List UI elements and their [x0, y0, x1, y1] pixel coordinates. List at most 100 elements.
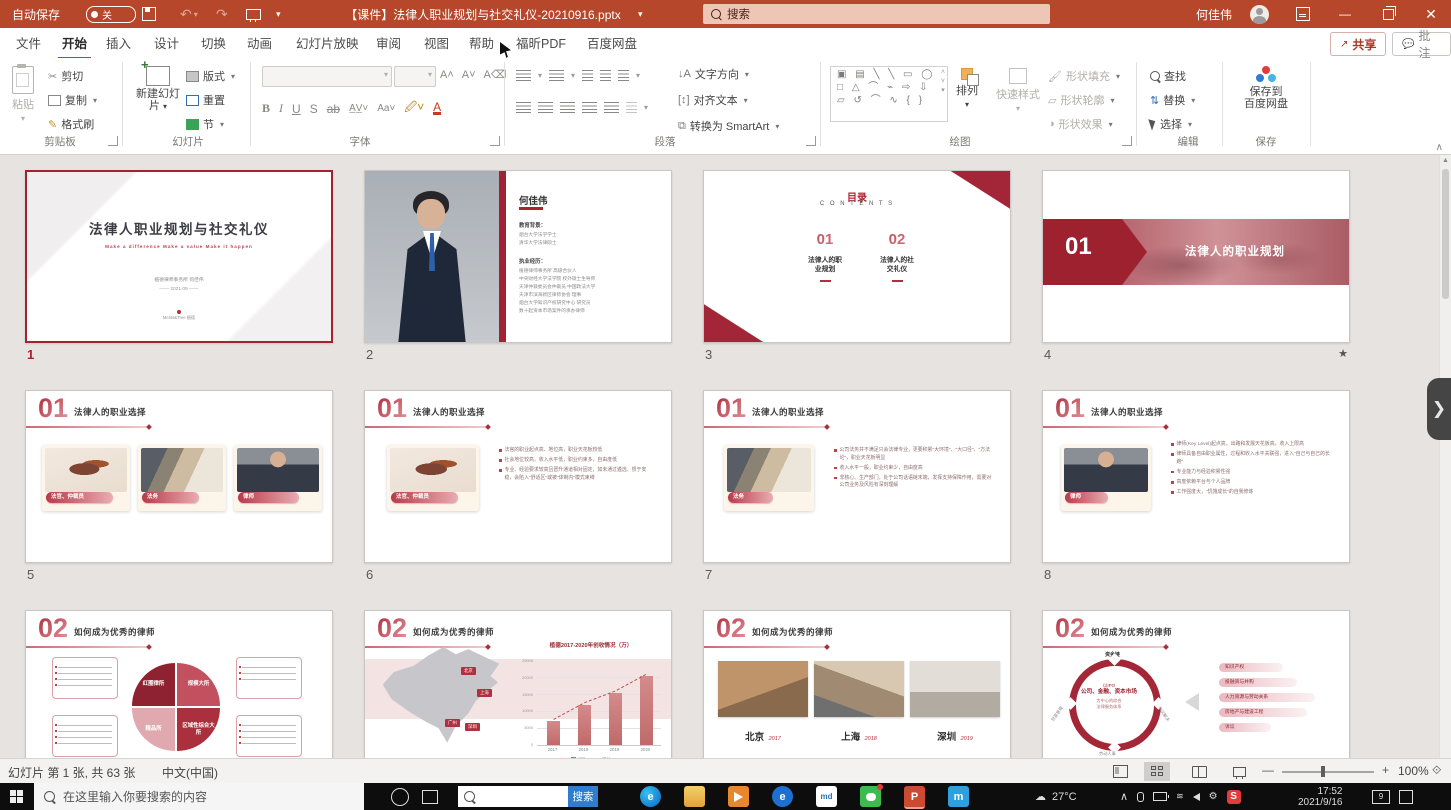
- taskbar-search-box[interactable]: 在这里输入你要搜索的内容: [34, 783, 364, 810]
- font-color-button[interactable]: A: [433, 102, 441, 115]
- cut-button[interactable]: ✂剪切: [48, 68, 83, 84]
- reset-button[interactable]: 重置: [186, 92, 225, 108]
- section-button[interactable]: 节: [186, 116, 224, 132]
- action-center-icon[interactable]: [1399, 790, 1413, 804]
- paragraph-dialog-launcher[interactable]: [806, 136, 816, 146]
- tab-home[interactable]: 开始: [58, 28, 91, 60]
- wechat-icon[interactable]: [860, 786, 881, 807]
- powerpoint-app-icon[interactable]: P: [904, 786, 925, 809]
- align-text-button[interactable]: [↕]对齐文本: [678, 92, 748, 108]
- grow-font-icon[interactable]: A˄: [440, 69, 454, 81]
- distribute-button[interactable]: [604, 102, 619, 113]
- tab-design[interactable]: 设计: [150, 28, 183, 57]
- shapes-scroll-arrows[interactable]: ˄˅▾: [941, 68, 945, 95]
- shrink-font-icon[interactable]: A˅: [462, 69, 476, 81]
- slide-thumbnail-7[interactable]: 01 法律人的职业选择 法务 公司法务并不满足只会法律专业，更要积累"大环境"、…: [703, 390, 1011, 563]
- tab-review[interactable]: 审阅: [372, 28, 405, 57]
- align-right-button[interactable]: [560, 102, 575, 113]
- slide-sorter-view-button[interactable]: [1144, 762, 1170, 781]
- justify-button[interactable]: [582, 102, 597, 113]
- columns-button[interactable]: [626, 102, 637, 113]
- align-center-button[interactable]: [538, 102, 553, 113]
- slide-thumbnail-11[interactable]: 02 如何成为优秀的律师 北京 2017 上海 2018 深圳: [703, 610, 1011, 758]
- numbering-button[interactable]: [549, 70, 564, 81]
- user-avatar[interactable]: [1250, 0, 1269, 28]
- ie-browser-icon[interactable]: e: [772, 786, 793, 807]
- title-dropdown[interactable]: ▾: [638, 0, 643, 28]
- undo-button[interactable]: ↶▾: [180, 0, 198, 28]
- scroll-up-icon[interactable]: ▲: [1442, 157, 1449, 164]
- increase-indent-button[interactable]: [600, 70, 611, 81]
- shapes-row-2[interactable]: [837, 81, 941, 94]
- text-direction-button[interactable]: ↓A文字方向: [678, 66, 749, 82]
- file-explorer-icon[interactable]: [684, 786, 705, 807]
- slide-thumbnail-2[interactable]: 何佳伟 教育背景： 烟台大学法学学士清华大学法律硕士 执业经历： 植德律师事务所…: [364, 170, 672, 343]
- reading-view-button[interactable]: [1186, 762, 1212, 781]
- zoom-slider-thumb[interactable]: [1321, 766, 1325, 777]
- quick-styles-button[interactable]: 快速样式▾: [996, 68, 1040, 113]
- normal-view-button[interactable]: [1107, 762, 1133, 781]
- start-presentation-button[interactable]: [246, 0, 261, 28]
- font-size-select[interactable]: [394, 66, 436, 87]
- quick-access-dropdown[interactable]: ▾: [276, 0, 281, 28]
- scrollbar-thumb[interactable]: [1442, 169, 1449, 299]
- bold-button[interactable]: B: [262, 101, 270, 116]
- close-button[interactable]: ✕: [1416, 0, 1446, 28]
- slideshow-button[interactable]: [1226, 762, 1252, 781]
- settings-icon[interactable]: ⚙: [1209, 791, 1218, 802]
- save-button[interactable]: [142, 0, 156, 28]
- restore-button[interactable]: [1372, 0, 1402, 28]
- slide-thumbnail-8[interactable]: 01 法律人的职业选择 律师 律师(Key Level)起点高，出路和发展天花板…: [1042, 390, 1350, 563]
- autosave-toggle[interactable]: 关: [86, 0, 136, 28]
- tab-help[interactable]: 帮助: [465, 28, 498, 57]
- tab-insert[interactable]: 插入: [102, 28, 135, 57]
- new-slide-button[interactable]: 新建幻灯片 ▾: [134, 66, 182, 113]
- format-painter-button[interactable]: ✎格式刷: [48, 116, 94, 132]
- slide-thumbnail-4[interactable]: 01 法律人的职业规划: [1042, 170, 1350, 343]
- slide-thumbnail-5[interactable]: 01 法律人的职业选择 法官、仲裁员 法务 律师: [25, 390, 333, 563]
- volume-icon[interactable]: [1193, 793, 1200, 801]
- fit-to-window-icon[interactable]: ⟐: [1432, 763, 1441, 778]
- font-size-buttons[interactable]: A˄ A˅ A⌫: [440, 68, 506, 81]
- strikethrough-button[interactable]: ab: [327, 102, 340, 116]
- slide-thumbnail-12[interactable]: 02 如何成为优秀的律师 资金链 以IPO 公司、金融、资本市场 为中心的综合 …: [1042, 610, 1350, 758]
- comments-button[interactable]: 💬批注: [1392, 32, 1451, 56]
- paste-button[interactable]: 粘贴▾: [12, 66, 34, 123]
- bullets-button[interactable]: [516, 70, 531, 81]
- start-button[interactable]: [10, 790, 23, 803]
- decrease-indent-button[interactable]: [582, 70, 593, 81]
- clock[interactable]: 17:52 2021/9/16: [1298, 783, 1343, 810]
- font-dialog-launcher[interactable]: [490, 136, 500, 146]
- underline-button[interactable]: U: [292, 102, 301, 116]
- slide-thumbnail-9[interactable]: 02 如何成为优秀的律师 红圈律所 规模大所 精品所 区域性综合大所: [25, 610, 333, 758]
- microphone-icon[interactable]: [1137, 792, 1144, 802]
- smartart-button[interactable]: ⧉转换为 SmartArt: [678, 118, 779, 134]
- slide-thumbnail-3[interactable]: 目录 C O N T E N T S 01 法律人的职 业规划 02 法律人的社…: [703, 170, 1011, 343]
- shapes-gallery[interactable]: ˄˅▾: [830, 66, 948, 122]
- select-button[interactable]: 选择: [1150, 116, 1192, 132]
- vertical-scrollbar[interactable]: ▲: [1439, 155, 1451, 758]
- weather-widget[interactable]: ☁ 27°C: [1035, 783, 1077, 810]
- shadow-button[interactable]: S: [310, 102, 318, 116]
- language-indicator[interactable]: 中文(中国): [162, 764, 218, 781]
- minimize-button[interactable]: —: [1330, 0, 1360, 28]
- tab-foxit-pdf[interactable]: 福昕PDF: [512, 28, 570, 57]
- tab-baidu-netdisk[interactable]: 百度网盘: [583, 28, 641, 57]
- save-to-baidu-button[interactable]: 保存到百度网盘: [1236, 66, 1296, 110]
- slide-thumbnail-6[interactable]: 01 法律人的职业选择 法官、仲裁员 法官的职业起点高、地位高，职业天花板较低 …: [364, 390, 672, 563]
- clear-format-icon[interactable]: A⌫: [484, 68, 507, 81]
- mockingbot-app-icon[interactable]: md: [816, 786, 837, 807]
- ribbon-search-box[interactable]: 搜索: [703, 4, 1050, 24]
- slide-thumbnail-10[interactable]: 02 如何成为优秀的律师 北京 上海 广州 深圳 植德2017-2020年创收情…: [364, 610, 672, 758]
- italic-button[interactable]: I: [279, 101, 283, 116]
- task-view-button[interactable]: [422, 790, 438, 804]
- zoom-slider-track[interactable]: [1282, 771, 1374, 773]
- show-hidden-icons-chevron[interactable]: ∧: [1120, 790, 1128, 803]
- change-case-button[interactable]: Aa˅: [377, 103, 395, 114]
- zoom-out-button[interactable]: —: [1262, 763, 1274, 777]
- secondary-search-box[interactable]: 搜索: [458, 786, 598, 807]
- lanhu-app-icon[interactable]: m: [948, 786, 969, 807]
- shape-outline-button[interactable]: ▱形状轮廓: [1048, 92, 1114, 108]
- redo-button[interactable]: ↷: [216, 0, 228, 28]
- tab-view[interactable]: 视图: [420, 28, 453, 57]
